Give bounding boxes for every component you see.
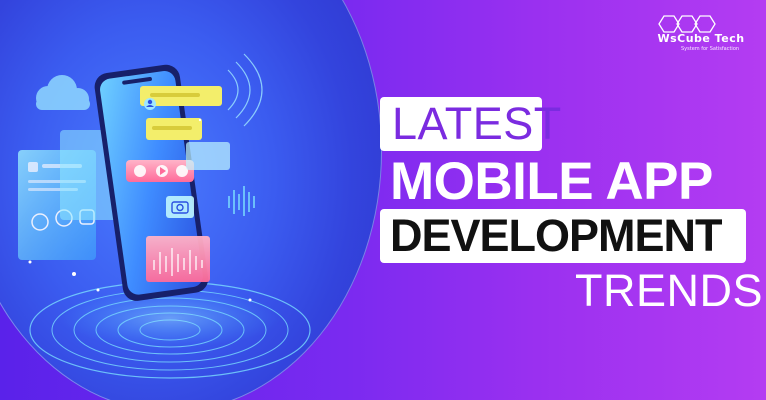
brand-logo[interactable]: WsCube Tech System for Satisfaction	[641, 14, 761, 58]
equalizer-bars	[228, 186, 255, 216]
hexagon-logo-icon	[658, 15, 716, 33]
headline-mobile-app: MOBILE APP	[390, 152, 713, 211]
audio-wave-card	[146, 236, 210, 282]
latest-highlight-box	[380, 97, 542, 151]
signal-waves	[227, 53, 263, 127]
camera-card	[166, 196, 194, 218]
brand-tagline: System for Satisfaction	[681, 46, 740, 52]
chat-card-middle	[146, 118, 202, 140]
headline-latest: LATEST	[392, 98, 562, 149]
headline-trends: TRENDS	[575, 265, 764, 316]
promo-banner: WsCube Tech System for Satisfaction LATE…	[0, 0, 766, 400]
user-icon	[144, 98, 156, 110]
headline-development: DEVELOPMENT	[390, 210, 723, 261]
side-card-right	[186, 142, 230, 170]
development-highlight-box	[380, 209, 746, 263]
brand-name: WsCube Tech	[657, 32, 745, 45]
cloud-icon	[36, 75, 90, 110]
phone-illustration	[18, 53, 311, 379]
